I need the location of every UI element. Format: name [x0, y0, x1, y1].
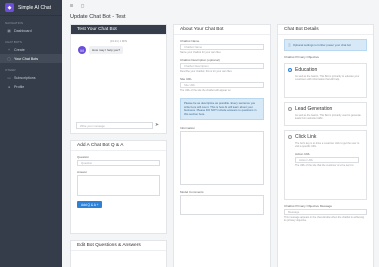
objective-message-input[interactable]: Message — [284, 209, 367, 215]
chat-icon: ▢ — [7, 56, 11, 61]
objective-option-click-link[interactable]: Click Link The bot's key is to drive a c… — [284, 130, 367, 200]
details-info-alert: ⓘ Optional settings to further power you… — [284, 39, 367, 51]
option-description: The bot's key is to drive a customer cli… — [295, 142, 360, 149]
option-description: As well as the basics, This Bot is prima… — [295, 114, 361, 121]
brand[interactable]: ◆ Simple AI Chat — [0, 0, 62, 16]
chatbot-name-input[interactable]: Chatbot Name — [180, 44, 264, 50]
action-url-label: Action URL — [295, 152, 311, 157]
card-icon: ▭ — [7, 75, 11, 80]
qa-panel: Add A Chat Bot Q & A Question Question A… — [70, 140, 167, 234]
app-root: ◆ Simple AI Chat NAVIGATION ▦ Dashboard … — [0, 0, 379, 267]
dashboard-icon: ▦ — [7, 28, 11, 33]
sidebar-item-label: Your Chat Bots — [14, 56, 39, 61]
bot-message: How may I help you? — [89, 46, 124, 54]
sidebar-item-label: Dashboard — [14, 28, 32, 33]
about-panel: About Your Chat Bot Chatbot Name Chatbot… — [173, 24, 271, 267]
site-url-input[interactable]: Site URL — [180, 82, 264, 88]
send-icon[interactable]: ➤ — [153, 122, 161, 128]
question-label: Question — [77, 155, 90, 159]
chat-composer: Write your message ➤ — [76, 121, 161, 129]
sidebar-item-label: Subscriptions — [14, 75, 36, 80]
details-info-text: Optional settings to further power your … — [292, 43, 351, 47]
sidebar-item-label: Profile — [14, 84, 25, 89]
objective-message-label: Chatbot Primary Objective Message — [284, 204, 333, 208]
about-title: About Your Chat Bot — [174, 25, 270, 35]
qa-actions: Add Q & A + — [77, 201, 160, 208]
model-comments-textarea[interactable] — [180, 195, 264, 216]
sidebar-item-dashboard[interactable]: ▦ Dashboard — [0, 26, 62, 35]
objective-message-help: This message appears in the chat window … — [284, 216, 365, 222]
site-url-help: The URL of the site the chatbot will app… — [180, 89, 231, 92]
sidebar: ◆ Simple AI Chat NAVIGATION ▦ Dashboard … — [0, 0, 62, 267]
option-title: Lead Generation — [295, 106, 333, 112]
objective-option-education[interactable]: Education As well as the basics, This Bo… — [284, 63, 367, 98]
details-title: Chat Bot Details — [278, 25, 373, 35]
sidebar-item-create[interactable]: + Create — [0, 45, 62, 54]
bot-avatar: M — [78, 46, 86, 54]
chat-timestamp: (19:21) 1 MIN — [109, 39, 128, 43]
information-textarea[interactable] — [180, 131, 264, 186]
question-input[interactable]: Question — [77, 160, 160, 166]
test-chat-panel: Test Your Chat Bot (19:21) 1 MIN M How m… — [70, 24, 167, 134]
model-comments-label: Model Comments — [180, 190, 204, 195]
window-icon[interactable]: ▢ — [80, 3, 85, 8]
chatbot-name-help: Name your chatbot for your own files — [180, 51, 221, 54]
add-qa-button[interactable]: Add Q & A + — [77, 201, 103, 208]
answer-textarea[interactable] — [77, 175, 160, 196]
site-url-label: Site URL — [180, 77, 193, 81]
plus-icon: + — [96, 202, 99, 207]
test-chat-title: Test Your Chat Bot — [71, 25, 166, 35]
chatbot-description-label: Chatbot Description (optional) — [180, 58, 220, 62]
chat-logo-icon: ◆ — [5, 3, 14, 12]
about-info-alert: Please be as descriptive as possible. Ev… — [180, 98, 264, 121]
radio-education[interactable] — [288, 68, 292, 72]
topbar: ☰ ▢ — [62, 0, 379, 10]
option-title: Click Link — [295, 134, 317, 140]
edit-qa-title: Edit Bot Questions & Answers — [71, 241, 166, 251]
page-title: Update Chat Bot - Test — [70, 14, 126, 20]
option-row: Lead Generation — [288, 106, 363, 112]
radio-lead-generation[interactable] — [288, 107, 292, 111]
option-description: As well as the basics, This Bot is prima… — [295, 75, 360, 82]
brand-name: Simple AI Chat — [18, 4, 52, 11]
user-icon: ● — [7, 84, 11, 89]
bot-message-row: M How may I help you? — [78, 46, 166, 54]
qa-title: Add A Chat Bot Q & A — [71, 141, 166, 151]
objective-option-lead-generation[interactable]: Lead Generation As well as the basics, T… — [284, 102, 367, 126]
plus-icon: + — [7, 47, 11, 52]
action-url-input[interactable]: Action URL — [295, 157, 359, 164]
sidebar-item-label: Create — [14, 47, 25, 52]
chatbot-name-label: Chatbot Name — [180, 39, 200, 43]
sidebar-item-profile[interactable]: ● Profile — [0, 82, 62, 91]
option-row: Education — [288, 67, 363, 73]
action-url-help: The URL of the site that the customer is… — [295, 164, 354, 168]
radio-click-link[interactable] — [288, 135, 292, 139]
information-label: Information — [180, 126, 196, 131]
option-row: Click Link — [288, 134, 363, 140]
option-title: Education — [295, 67, 318, 73]
answer-label: Answer — [77, 170, 88, 174]
chatbot-description-input[interactable]: Chatbot Description — [180, 63, 264, 69]
add-qa-label: Add Q & A — [81, 202, 96, 207]
chatbot-description-help: Describe your chatbot, this is for your … — [180, 70, 232, 73]
menu-icon[interactable]: ☰ — [69, 3, 74, 8]
details-panel: Chat Bot Details ⓘ Optional settings to … — [277, 24, 374, 267]
chat-message-input[interactable]: Write your message — [76, 121, 153, 129]
objective-label: Chatbot Primary Objective — [284, 55, 320, 59]
info-icon: ⓘ — [288, 43, 291, 47]
sidebar-item-your-chat-bots[interactable]: ▢ Your Chat Bots — [0, 54, 62, 63]
edit-qa-panel: Edit Bot Questions & Answers — [70, 240, 167, 267]
sidebar-item-subscriptions[interactable]: ▭ Subscriptions — [0, 73, 62, 82]
